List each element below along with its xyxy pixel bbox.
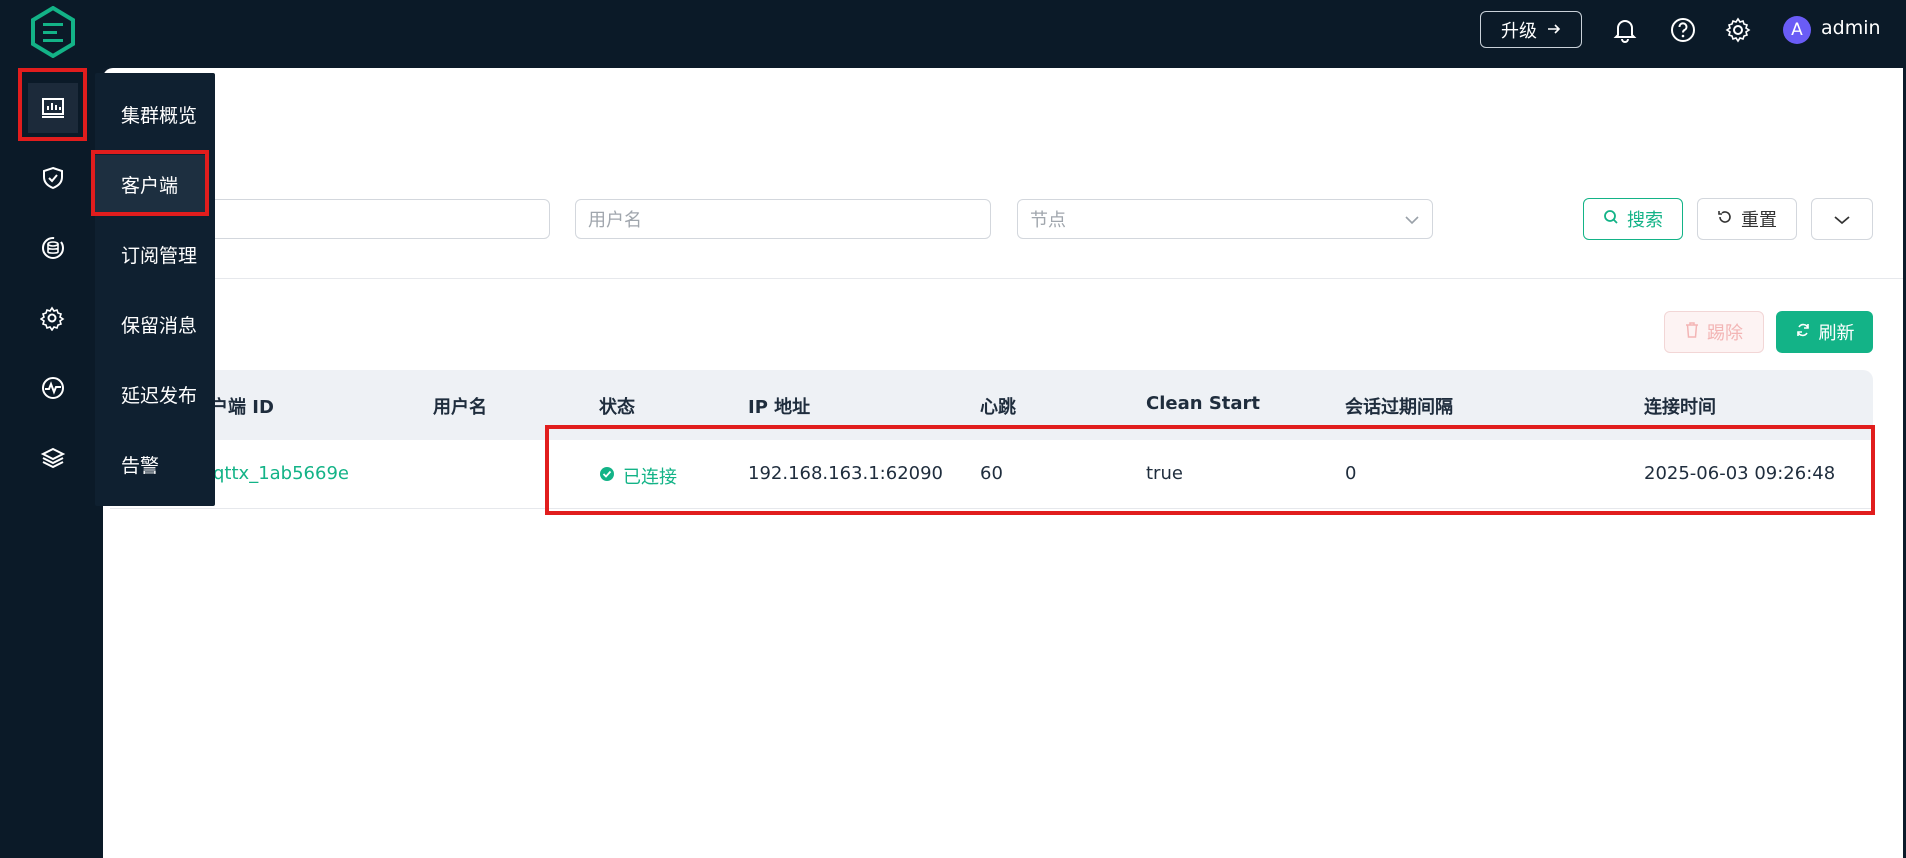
client-id-link[interactable]: qttx_1ab5669e: [213, 463, 349, 484]
node-placeholder: 节点: [1030, 210, 1066, 231]
search-icon: [1603, 209, 1619, 230]
help-icon[interactable]: [1670, 17, 1696, 43]
menu-item-cluster-overview[interactable]: 集群概览: [121, 101, 197, 128]
reset-button[interactable]: 重置: [1697, 198, 1797, 240]
layers-icon[interactable]: [28, 433, 78, 483]
section-divider: [103, 278, 1903, 279]
username-input[interactable]: 用户名: [575, 199, 991, 239]
col-expiry[interactable]: 会话过期间隔: [1345, 393, 1453, 419]
col-status[interactable]: 状态: [599, 393, 635, 419]
avatar[interactable]: A: [1783, 16, 1811, 44]
highlight-box-rail: [18, 68, 87, 141]
left-nav-rail: [0, 68, 103, 858]
refresh-button[interactable]: 刷新: [1776, 311, 1873, 353]
database-sync-icon[interactable]: [28, 223, 78, 273]
username-label[interactable]: admin: [1821, 17, 1881, 39]
avatar-initial: A: [1791, 20, 1803, 40]
highlight-box-row: [545, 425, 1875, 515]
reset-icon: [1717, 209, 1733, 230]
upgrade-label: 升级: [1501, 20, 1537, 42]
menu-item-delayed[interactable]: 延迟发布: [121, 381, 197, 408]
search-button[interactable]: 搜索: [1583, 198, 1683, 240]
settings-cog-icon[interactable]: [28, 293, 78, 343]
col-clean-start[interactable]: Clean Start: [1146, 393, 1260, 414]
client-id-input[interactable]: D: [180, 199, 550, 239]
username-placeholder: 用户名: [588, 210, 642, 231]
menu-item-subscriptions[interactable]: 订阅管理: [121, 241, 197, 268]
bell-icon[interactable]: [1612, 17, 1638, 43]
gear-icon[interactable]: [1725, 17, 1751, 43]
monitor-pulse-icon[interactable]: [28, 363, 78, 413]
logo-icon[interactable]: [30, 5, 76, 59]
kick-button[interactable]: 踢除: [1664, 311, 1764, 353]
chevron-down-icon: [1404, 209, 1420, 230]
refresh-label: 刷新: [1818, 323, 1855, 344]
nav-flyout-menu: [95, 73, 215, 506]
col-ip[interactable]: IP 地址: [748, 393, 810, 419]
refresh-icon: [1795, 322, 1811, 343]
col-client-id[interactable]: 户端 ID: [210, 393, 274, 419]
arrow-right-icon: [1547, 19, 1561, 40]
shield-check-icon[interactable]: [28, 153, 78, 203]
menu-item-alarms[interactable]: 告警: [121, 451, 159, 478]
search-label: 搜索: [1627, 210, 1663, 231]
upgrade-button[interactable]: 升级: [1480, 11, 1582, 48]
kick-label: 踢除: [1707, 323, 1743, 344]
node-select[interactable]: 节点: [1017, 199, 1433, 239]
trash-icon: [1685, 321, 1699, 343]
col-connected-at[interactable]: 连接时间: [1644, 393, 1716, 419]
col-keepalive[interactable]: 心跳: [980, 393, 1016, 419]
chevron-down-icon: [1833, 209, 1851, 230]
top-bar: 升级 A admin: [0, 0, 1906, 68]
menu-item-retained[interactable]: 保留消息: [121, 311, 197, 338]
reset-label: 重置: [1741, 210, 1777, 231]
col-username[interactable]: 用户名: [433, 393, 487, 419]
expand-filters-button[interactable]: [1811, 198, 1873, 240]
highlight-box-menu: [91, 150, 209, 216]
